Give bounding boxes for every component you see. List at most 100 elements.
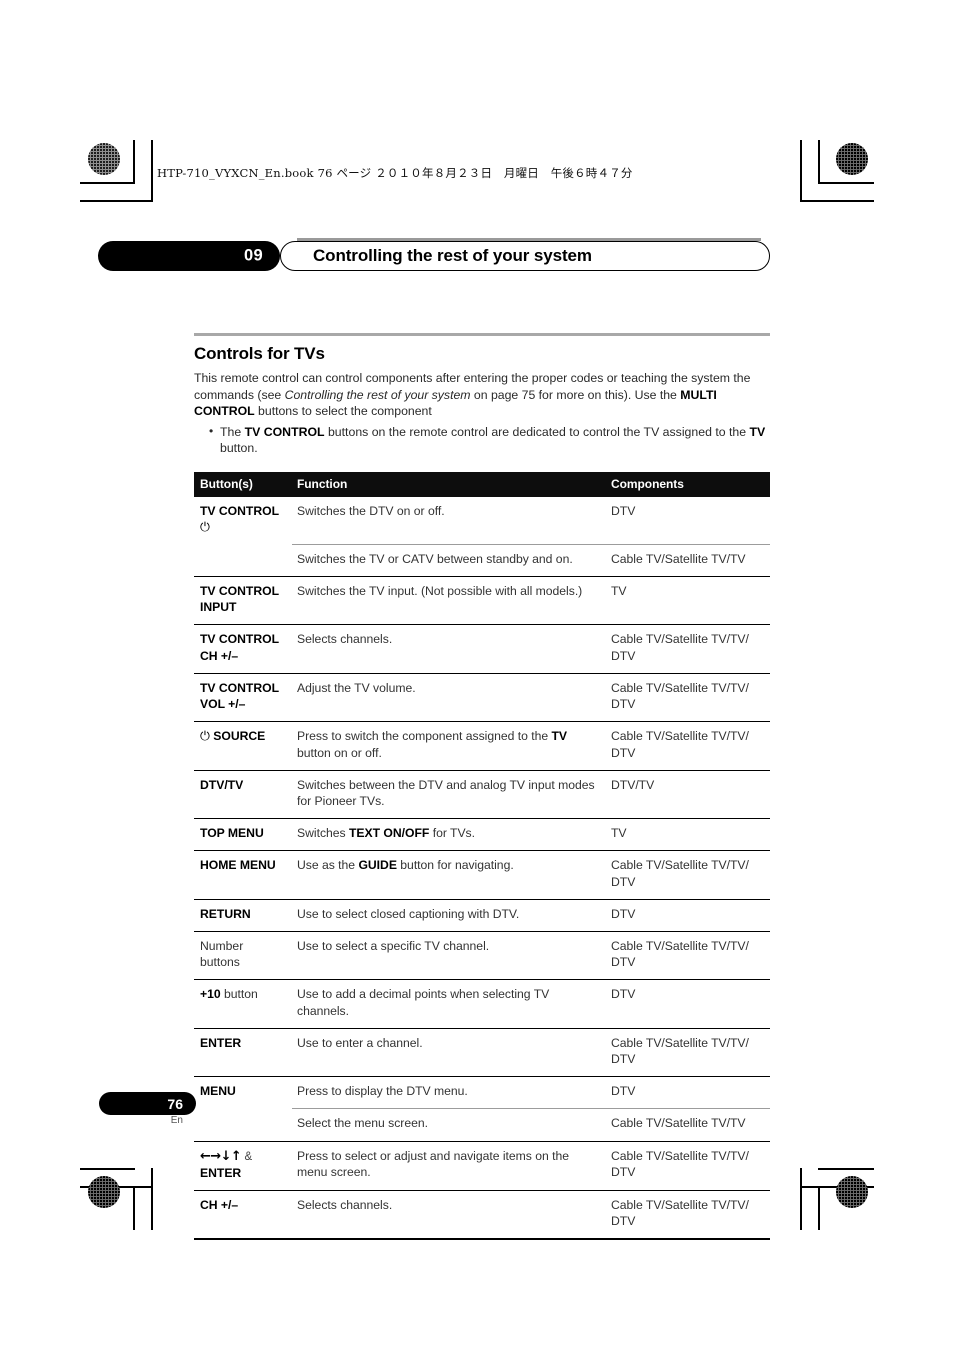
column-header-function: Function	[292, 471, 606, 497]
table-header-row: Button(s) Function Components	[194, 471, 770, 497]
cell-components: Cable TV/Satellite TV/TV	[606, 1108, 770, 1142]
tv-controls-table: Button(s) Function Components TV CONTROL…	[194, 471, 770, 1242]
section-divider-rule	[194, 333, 770, 336]
footer-cell	[606, 1238, 770, 1242]
cell-components: Cable TV/Satellite TV/TV/ DTV	[606, 930, 770, 980]
crop-line	[80, 1168, 135, 1170]
chapter-header: 09 Controlling the rest of your system	[98, 238, 770, 271]
button-label-bold: +10	[200, 987, 221, 1002]
cell-button: TV CONTROL ⏻	[194, 497, 292, 544]
bullet-text-2: buttons on the remote control are dedica…	[324, 424, 750, 439]
table-row: ENTER Use to enter a channel. Cable TV/S…	[194, 1027, 770, 1077]
direction-arrows-icon: ←→↓↑	[200, 1148, 242, 1164]
cell-function: Press to display the DTV menu.	[292, 1076, 606, 1109]
crop-line	[818, 1186, 820, 1230]
cell-components: Cable TV/Satellite TV/TV/ DTV	[606, 721, 770, 771]
cell-function: Use to add a decimal points when selecti…	[292, 979, 606, 1029]
table-row: ←→↓↑ & ENTER Press to select or adjust an…	[194, 1140, 770, 1191]
ampersand: &	[244, 1150, 253, 1163]
cell-button: Number buttons	[194, 930, 292, 980]
halftone-circle	[88, 143, 120, 175]
footer-cell	[292, 1238, 606, 1242]
cell-function: Press to select or adjust and navigate i…	[292, 1140, 606, 1191]
column-header-buttons: Button(s)	[194, 471, 292, 497]
chapter-number-badge: 09	[98, 241, 280, 271]
cell-components: DTV/TV	[606, 769, 770, 819]
intro-paragraph: This remote control can control componen…	[194, 370, 770, 420]
registration-mark	[770, 1192, 796, 1218]
function-text-pre: Press to switch the component assigned t…	[297, 729, 552, 744]
table-row: Number buttons Use to select a specific …	[194, 930, 770, 980]
chapter-title: Controlling the rest of your system	[313, 246, 592, 265]
function-text-post: for TVs.	[429, 826, 475, 841]
table-row: TV CONTROL ⏻ Switches the DTV on or off.…	[194, 497, 770, 544]
table-row: Switches the TV or CATV between standby …	[194, 543, 770, 577]
cell-function: Use to select closed captioning with DTV…	[292, 898, 606, 932]
table-row: DTV/TV Switches between the DTV and anal…	[194, 769, 770, 819]
table-row: MENU Press to display the DTV menu. DTV	[194, 1076, 770, 1109]
page-language-code: En	[170, 1115, 183, 1126]
cell-components: Cable TV/Satellite TV/TV/ DTV	[606, 1027, 770, 1077]
function-bold: GUIDE	[358, 858, 397, 873]
cell-function: Press to switch the component assigned t…	[292, 721, 606, 771]
cell-function: Switches TEXT ON/OFF for TVs.	[292, 818, 606, 851]
cell-button	[194, 544, 292, 576]
halftone-circle	[88, 1176, 120, 1208]
function-text-post: button on or off.	[297, 745, 382, 760]
section-title: Controls for TVs	[194, 344, 325, 363]
power-icon: ⏻	[200, 728, 210, 744]
cell-function: Switches between the DTV and analog TV i…	[292, 769, 606, 819]
cell-button: TV CONTROL INPUT	[194, 576, 292, 625]
function-text-post: button for navigating.	[396, 858, 514, 873]
registration-mark	[827, 658, 853, 684]
cell-function: Use as the GUIDE button for navigating.	[292, 850, 606, 900]
crop-line	[800, 140, 802, 202]
column-header-components: Components	[606, 471, 770, 497]
table-row: RETURN Use to select closed captioning w…	[194, 898, 770, 932]
cell-button	[194, 1109, 292, 1141]
table-row: TV CONTROL INPUT Switches the TV input. …	[194, 576, 770, 625]
cell-components: Cable TV/Satellite TV/TV/ DTV	[606, 850, 770, 900]
cell-button: HOME MENU	[194, 850, 292, 900]
page-number-badge: 76	[99, 1092, 196, 1115]
crop-line	[818, 182, 874, 184]
power-icon: ⏻	[200, 519, 210, 535]
cell-button: TV CONTROL VOL +/–	[194, 672, 292, 722]
halftone-circle	[836, 1176, 868, 1208]
registration-mark	[827, 1118, 853, 1144]
registration-mark	[146, 1192, 172, 1218]
registration-mark	[827, 203, 853, 229]
bullet-text-3: button.	[220, 441, 258, 456]
cell-function: Use to select a specific TV channel.	[292, 930, 606, 980]
cell-components: Cable TV/Satellite TV/TV/ DTV	[606, 1189, 770, 1240]
crop-line	[800, 200, 874, 202]
book-header-line: HTP-710_VYXCN_En.book 76 ページ ２０１０年８月２３日 …	[157, 166, 633, 180]
function-bold: TV	[551, 729, 568, 744]
cell-components: DTV	[611, 503, 636, 518]
cell-button: ⏻ SOURCE	[194, 721, 292, 771]
list-item: The TV CONTROL buttons on the remote con…	[209, 423, 770, 457]
crop-line	[818, 140, 820, 184]
bullet-list: The TV CONTROL buttons on the remote con…	[194, 423, 770, 457]
button-label: ENTER	[200, 1165, 242, 1180]
cell-components: Cable TV/Satellite TV/TV/ DTV	[606, 1140, 770, 1191]
table-row: Select the menu screen. Cable TV/Satelli…	[194, 1108, 770, 1142]
cell-button: RETURN	[194, 898, 292, 932]
cell-function: Switches the TV input. (Not possible wit…	[292, 576, 606, 625]
cell-button: CH +/–	[194, 1189, 292, 1240]
table-row: +10 button Use to add a decimal points w…	[194, 979, 770, 1029]
halftone-circle	[836, 143, 868, 175]
table-row: TOP MENU Switches TEXT ON/OFF for TVs. T…	[194, 818, 770, 851]
cell-function: Switches the DTV on or off.	[297, 503, 445, 518]
cell-function: Selects channels.	[292, 1189, 606, 1240]
crop-line	[800, 1168, 802, 1230]
cell-button: +10 button	[194, 979, 292, 1029]
cell-function: Adjust the TV volume.	[292, 672, 606, 722]
cell-button: TOP MENU	[194, 818, 292, 851]
cell-components: DTV	[606, 898, 770, 932]
crop-line	[133, 140, 135, 184]
function-text-pre: Switches	[297, 826, 349, 841]
crop-line	[800, 1186, 874, 1188]
button-label-plain: button	[220, 987, 258, 1002]
cell-components: DTV	[606, 979, 770, 1029]
